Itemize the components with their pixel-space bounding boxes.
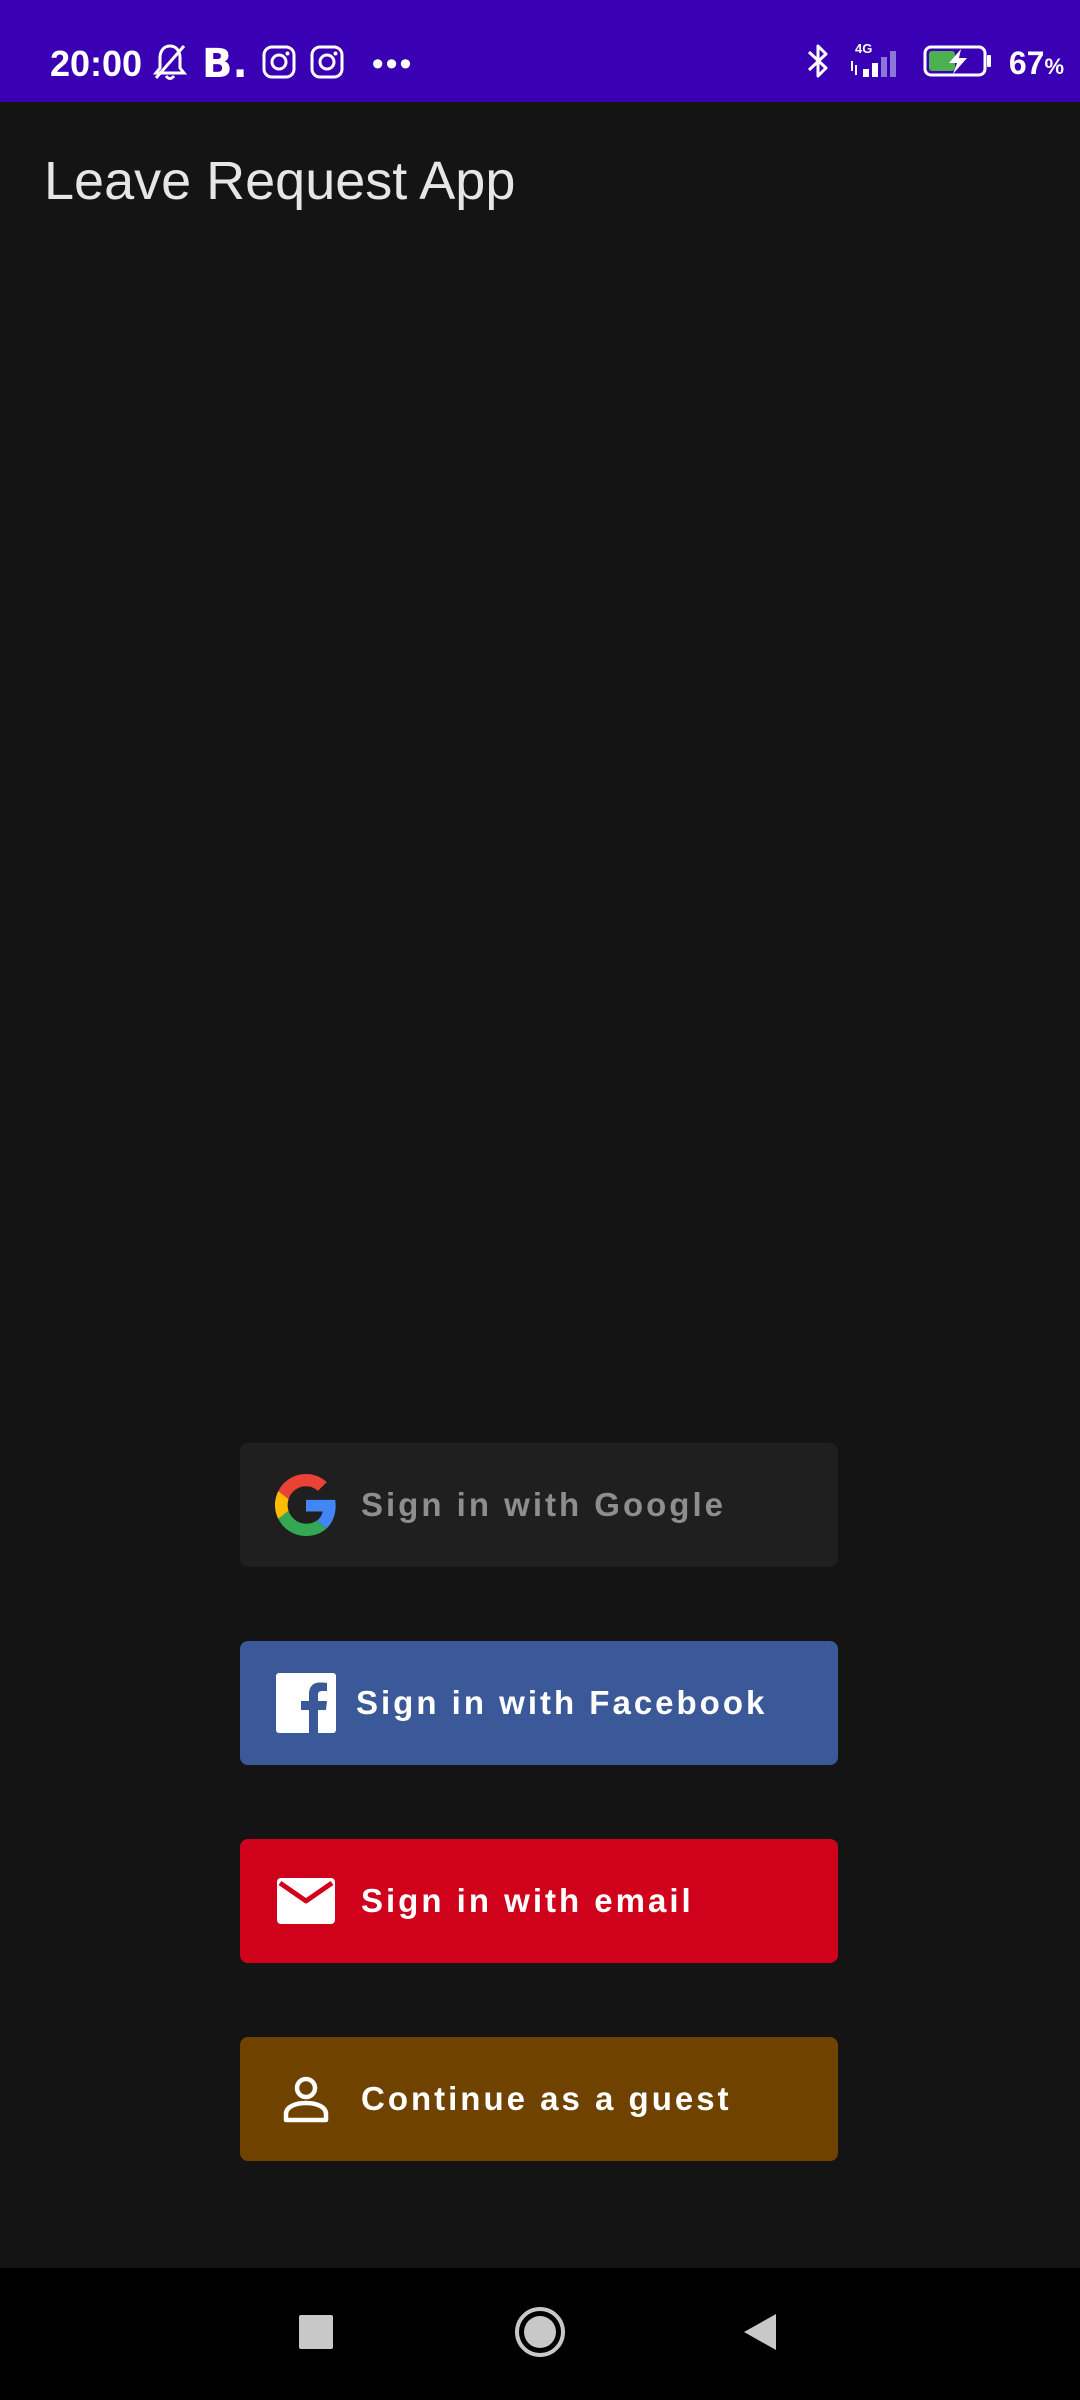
facebook-icon	[274, 1671, 338, 1735]
email-sign-in-button[interactable]: Sign in with email	[240, 1839, 838, 1963]
battery-icon	[923, 44, 993, 83]
instagram-icon	[262, 45, 296, 84]
signal-icon: 4G	[847, 39, 907, 88]
google-sign-in-button[interactable]: Sign in with Google	[240, 1443, 838, 1567]
more-notifications-icon: •••	[371, 45, 414, 83]
back-button[interactable]	[728, 2302, 792, 2366]
square-icon	[299, 2314, 333, 2354]
bluetooth-icon	[805, 41, 831, 86]
google-icon	[274, 1473, 338, 1537]
guest-continue-button[interactable]: Continue as a guest	[240, 2037, 838, 2161]
notification-icons: B. •••	[152, 40, 413, 88]
battery-percent-unit: %	[1044, 53, 1064, 79]
network-type: 4G	[855, 41, 872, 56]
recents-button[interactable]	[284, 2302, 348, 2366]
person-icon	[274, 2067, 338, 2131]
battery-percent: 67%	[1009, 45, 1064, 82]
status-time: 20:00	[50, 43, 143, 84]
email-sign-in-label: Sign in with email	[361, 1882, 694, 1919]
facebook-sign-in-label: Sign in with Facebook	[356, 1684, 768, 1721]
guest-continue-label: Continue as a guest	[361, 2080, 732, 2117]
circle-icon	[514, 2306, 566, 2363]
instagram-icon	[310, 45, 344, 84]
bell-off-icon	[152, 42, 188, 87]
navigation-bar	[0, 2268, 1080, 2400]
status-bar: 20:00 B. ••• 4G 67%	[0, 0, 1080, 102]
battery-percent-value: 67	[1008, 44, 1045, 81]
google-sign-in-label: Sign in with Google	[361, 1486, 726, 1523]
screen: 20:00 B. ••• 4G 67% Leave Request App Si…	[0, 0, 1080, 2400]
app-title: Leave Request App	[44, 151, 516, 211]
facebook-sign-in-button[interactable]: Sign in with Facebook	[240, 1641, 838, 1765]
home-button[interactable]	[508, 2302, 572, 2366]
system-icons: 4G 67%	[805, 38, 1064, 88]
booking-logo-icon: B.	[202, 41, 248, 87]
triangle-back-icon	[742, 2312, 778, 2357]
mail-icon	[274, 1869, 338, 1933]
